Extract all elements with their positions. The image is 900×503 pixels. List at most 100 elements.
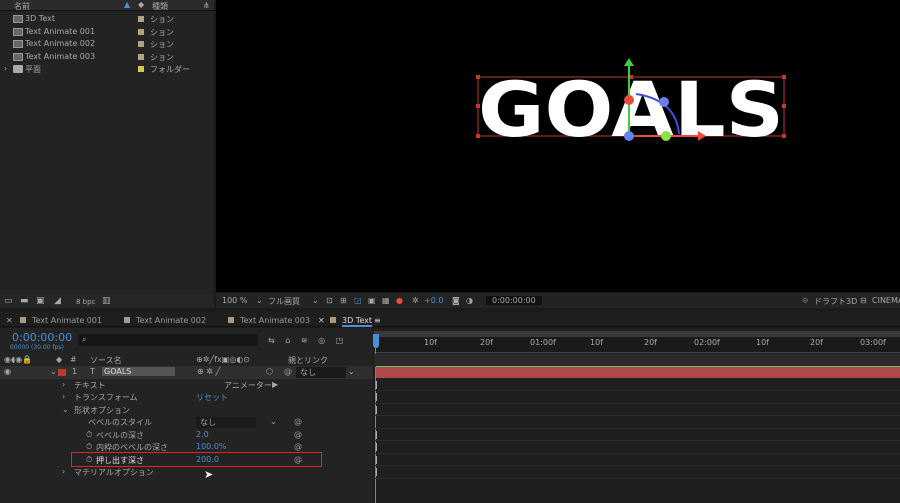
expand-arrow-icon[interactable]: ⌄ (50, 367, 57, 376)
viewer-timecode[interactable]: 0:00:00:00 (486, 296, 542, 305)
exposure-icon[interactable]: ✲ (412, 296, 419, 305)
quality-select[interactable]: フル画質 (268, 296, 300, 307)
expand-arrow-icon[interactable]: › (62, 467, 65, 476)
visibility-eye-icon[interactable]: ◉ (4, 367, 11, 376)
inner-bevel-value[interactable]: 100.0% (196, 442, 227, 451)
expression-pickwhip-icon[interactable]: @ (294, 417, 302, 426)
region-icon[interactable]: ⊡ (326, 296, 333, 305)
bpc-label[interactable]: 8 bpc (76, 298, 95, 306)
3d-layer-icon[interactable]: ⬡ (266, 367, 273, 376)
current-timecode[interactable]: 0:00:00:00 (12, 331, 72, 344)
reset-link[interactable]: リセット (196, 392, 228, 403)
keyframe-marker[interactable] (376, 443, 377, 451)
column-type[interactable]: 種類 (152, 1, 168, 12)
draft-3d-toggle[interactable]: ドラフト3D (814, 296, 857, 307)
camera-view-select[interactable]: CINEMA (872, 296, 900, 305)
av-switches-icon[interactable]: ◉◖◉🔒 (4, 355, 32, 364)
close-icon[interactable]: ✕ (6, 316, 13, 325)
tab-text-animate-001[interactable]: Text Animate 001 (32, 316, 102, 325)
pickwhip-icon[interactable]: @ (284, 367, 292, 376)
show-snapshot-icon[interactable]: ◑ (466, 296, 473, 305)
column-name[interactable]: 名前 (14, 1, 30, 12)
chevron-down-icon[interactable]: ⌄ (348, 367, 355, 376)
expand-arrow-icon[interactable]: › (62, 380, 65, 389)
prop-bevel-depth[interactable]: ⏱ ベベルの深さ 2.0 @ (0, 429, 373, 442)
new-comp-icon[interactable]: ▣ (36, 296, 45, 306)
snapshot-icon[interactable]: ◙ (452, 296, 460, 305)
prop-material-options[interactable]: › マテリアルオプション (0, 466, 373, 479)
keyframe-marker[interactable] (376, 405, 377, 414)
keyframe-marker[interactable] (376, 468, 377, 476)
expression-pickwhip-icon[interactable]: @ (294, 442, 302, 451)
label-color[interactable] (138, 41, 144, 47)
gizmo-handle-red (624, 95, 634, 105)
transparency-icon[interactable]: ▦ (382, 296, 390, 305)
layer-row-goals[interactable]: ◉ ⌄ 1 T GOALS ⊕ ✲ ╱ ⬡ @ なし ⌄ (0, 366, 373, 379)
project-item-text-animate-002[interactable]: Text Animate 002 ション (0, 38, 214, 51)
item-type: ション (150, 27, 174, 37)
settings-icon[interactable]: ◢ (54, 296, 61, 306)
stopwatch-icon[interactable]: ⏱ (86, 442, 92, 452)
keyframe-marker[interactable] (376, 430, 377, 439)
interpret-footage-icon[interactable]: ▭ (4, 296, 13, 306)
trash-icon[interactable]: ▥ (102, 296, 111, 306)
composition-viewer[interactable]: GOALS (216, 0, 900, 292)
viewer-canvas[interactable]: GOALS (216, 0, 900, 292)
play-icon[interactable]: ▶ (272, 380, 278, 389)
composition-icons[interactable]: ⇆ ⌂ ≋ ◎ ◳ (268, 336, 343, 345)
keyframe-marker[interactable] (376, 380, 377, 389)
project-item-text-animate-001[interactable]: Text Animate 001 ション (0, 26, 214, 39)
tab-text-animate-002[interactable]: Text Animate 002 (136, 316, 206, 325)
project-item-3d-text[interactable]: 3D Text ション (0, 13, 214, 26)
keyframe-marker[interactable] (376, 455, 377, 464)
expression-pickwhip-icon[interactable]: @ (294, 430, 302, 439)
label-color[interactable] (138, 16, 144, 22)
close-icon[interactable]: ✕ (318, 316, 325, 325)
playhead-handle[interactable] (373, 334, 379, 348)
grid-icon[interactable]: ⊞ (340, 296, 347, 305)
composition-icon (13, 52, 23, 61)
label-color[interactable] (138, 66, 144, 72)
bevel-depth-value[interactable]: 2.0 (196, 430, 209, 439)
sort-arrow-icon[interactable]: ▲ (124, 0, 130, 9)
project-item-folder[interactable]: › 平面 フォルダー (0, 63, 214, 76)
prop-text[interactable]: › テキスト アニメーター ▶ (0, 379, 373, 392)
prop-transform[interactable]: › トランスフォーム リセット (0, 391, 373, 404)
project-item-text-animate-003[interactable]: Text Animate 003 ション (0, 51, 214, 64)
tab-text-animate-003[interactable]: Text Animate 003 (240, 316, 310, 325)
label-color[interactable] (138, 53, 144, 60)
draft-3d-icon[interactable]: ⟐ (802, 296, 808, 306)
color-channels-icon[interactable]: ● (396, 296, 403, 305)
chevron-down-icon[interactable]: ⌄ (270, 417, 277, 426)
layer-switches[interactable]: ⊕ ✲ ╱ (197, 367, 220, 376)
expand-arrow-icon[interactable]: › (62, 392, 65, 401)
expand-arrow-icon[interactable]: › (4, 64, 7, 73)
layer-label-color[interactable] (58, 369, 66, 376)
layer-name-field[interactable]: GOALS (102, 367, 176, 376)
prop-bevel-style[interactable]: ベベルのスタイル なし ⌄ @ (0, 416, 373, 429)
tab-3d-text[interactable]: 3D Text (342, 316, 372, 327)
chevron-down-icon[interactable]: ⌄ (312, 296, 319, 305)
switches-icons[interactable]: ⊕✲╱fx▣◎◐⊙ (196, 355, 250, 364)
expand-arrow-icon[interactable]: ⌄ (62, 405, 69, 414)
chevron-down-icon[interactable]: ⌄ (256, 296, 263, 305)
prop-label: トランスフォーム (74, 393, 138, 402)
keyframe-marker[interactable] (376, 393, 377, 401)
tab-menu-icon[interactable]: ≡ (374, 316, 381, 325)
layer-search-input[interactable]: ⌕ (78, 334, 258, 346)
stopwatch-icon[interactable]: ⏱ (86, 430, 92, 440)
parent-select[interactable]: なし (296, 367, 346, 378)
label-color[interactable] (138, 28, 144, 35)
layer-duration-bar[interactable] (376, 367, 900, 378)
zoom-select[interactable]: 100 % (222, 296, 247, 305)
column-source-name[interactable]: ソース名 (90, 355, 122, 366)
exposure-value[interactable]: +0.0 (424, 296, 443, 305)
cinema-camera-icon[interactable]: ⊟ (860, 296, 867, 305)
safe-margins-icon[interactable]: ▣ (368, 296, 376, 305)
bevel-style-select[interactable]: なし (196, 417, 256, 428)
prop-geometry-options[interactable]: ⌄ 形状オプション (0, 404, 373, 417)
mask-icon[interactable]: ◲ (354, 296, 362, 305)
column-parent[interactable]: 親とリンク (288, 355, 328, 366)
new-folder-icon[interactable]: ▬ (20, 296, 29, 306)
ruler-tick-label: 10f (756, 338, 769, 347)
